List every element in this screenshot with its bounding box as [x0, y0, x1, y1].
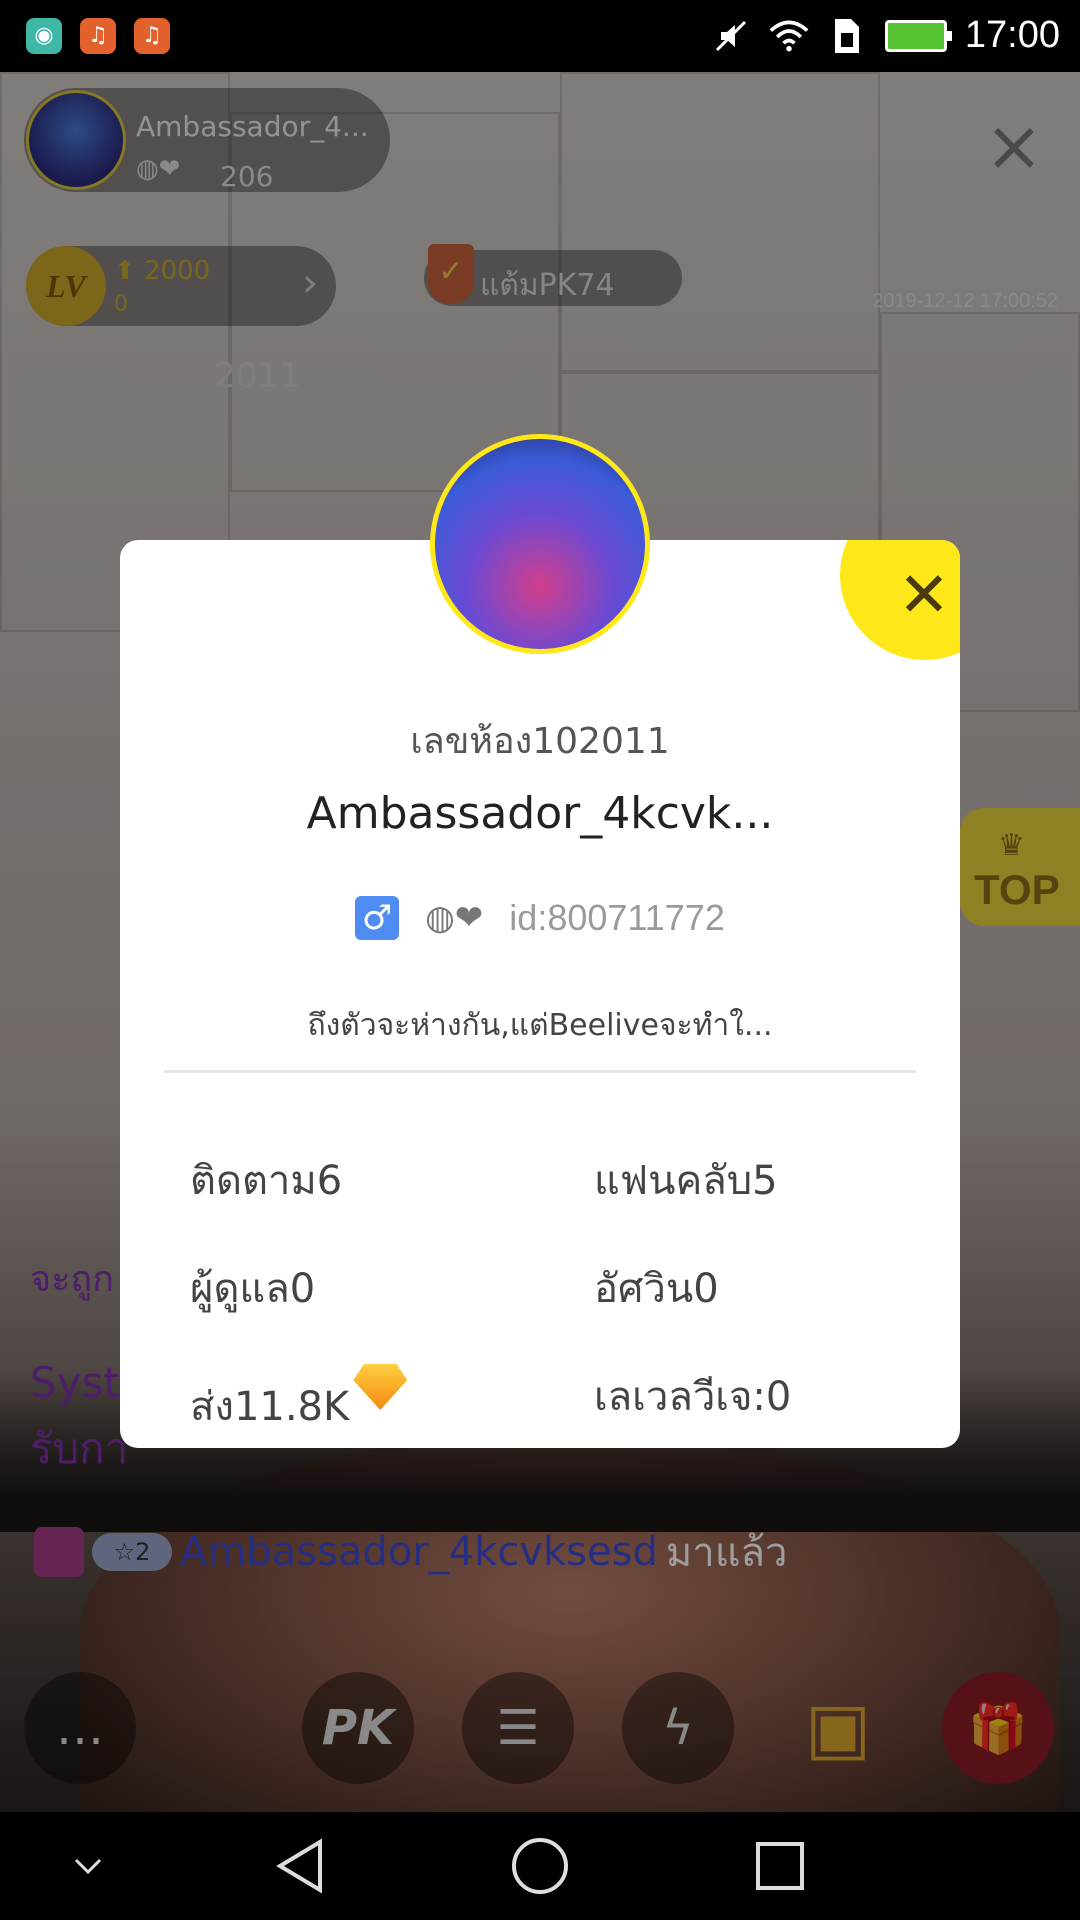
status-bar: ◉ ♫ ♫ 17:00	[0, 0, 1080, 72]
sent-count: ส่ง11.8K	[190, 1364, 408, 1438]
vj-level: เลเวลวีเจ:0	[594, 1374, 792, 1420]
profile-avatar[interactable]	[430, 434, 650, 654]
sim-icon	[827, 16, 867, 56]
fans-count[interactable]: แฟนคลับ5	[594, 1148, 778, 1212]
admins-count[interactable]: ผู้ดูแล0	[190, 1256, 315, 1320]
male-gender-icon: ♂	[355, 896, 400, 940]
profile-bio: ถึงตัวจะห่างกัน,แต่Beeliveจะทำใ...	[307, 1008, 773, 1043]
back-icon[interactable]	[270, 1836, 330, 1896]
profile-meta: ♂ ◍❤ id:800711772	[120, 896, 960, 940]
room-number: เลขห้อง102011	[410, 721, 670, 762]
divider	[164, 1070, 916, 1073]
close-button[interactable]: ✕	[840, 540, 960, 660]
user-id: id:800711772	[509, 897, 725, 938]
profile-name: Ambassador_4kcvk...	[306, 788, 774, 839]
battery-charging-icon	[884, 19, 952, 52]
sent-label: ส่ง11.8K	[190, 1384, 350, 1430]
diamond-icon	[353, 1364, 408, 1410]
home-icon[interactable]	[510, 1836, 570, 1896]
recents-icon[interactable]	[750, 1836, 810, 1896]
heart-icon: ◍❤	[425, 898, 484, 938]
android-icon: ◉	[26, 18, 62, 54]
wifi-icon	[769, 16, 809, 56]
chevron-down-icon[interactable]	[58, 1836, 118, 1896]
navigation-bar	[0, 1812, 1080, 1920]
status-time: 17:00	[964, 14, 1060, 56]
mute-icon	[711, 16, 751, 56]
music-icon: ♫	[134, 18, 170, 54]
music-icon: ♫	[80, 18, 116, 54]
profile-card: ✕ เลขห้อง102011 Ambassador_4kcvk... ♂ ◍❤…	[120, 540, 960, 1448]
close-icon: ✕	[898, 558, 950, 631]
knights-count[interactable]: อัศวิน0	[594, 1256, 719, 1320]
following-count[interactable]: ติดตาม6	[190, 1148, 342, 1212]
